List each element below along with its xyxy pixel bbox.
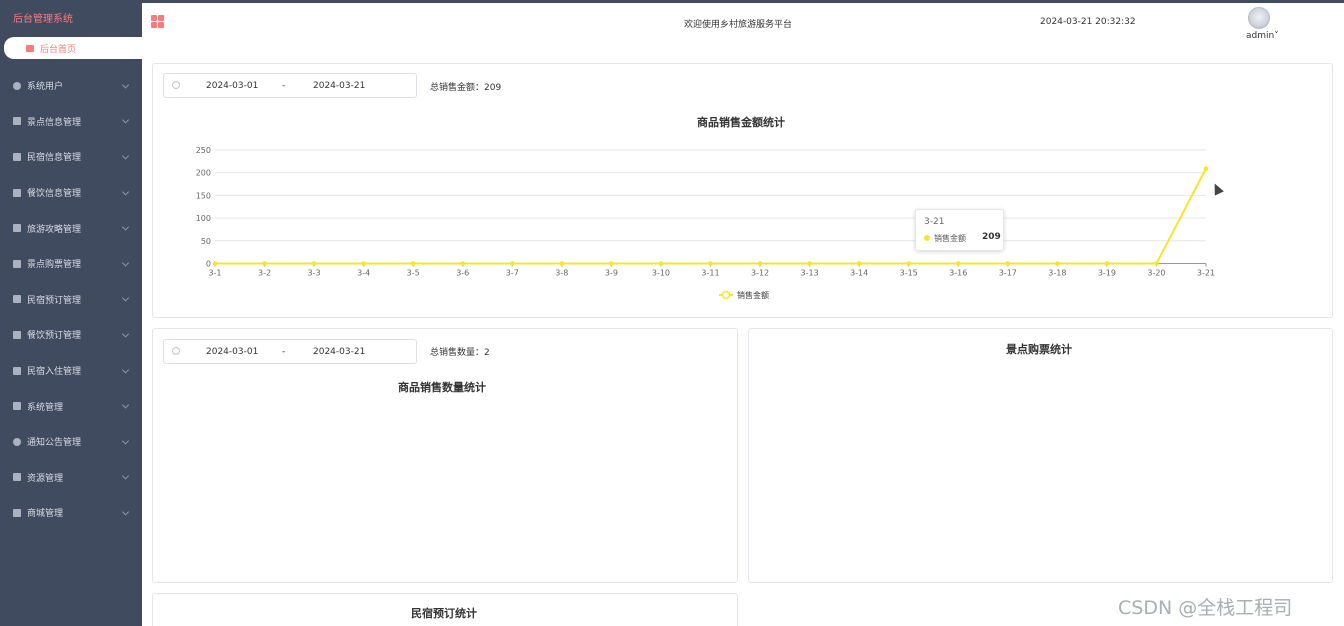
data-point [856,261,862,266]
data-point [757,261,763,266]
data-point [311,261,317,266]
date-start: 2024-03-01 [206,347,259,357]
chart-tooltip: 3-21 销售金额 209 [915,209,1004,251]
tooltip-value: 209 [982,232,1001,242]
x-tick-label: 3-9 [605,269,618,278]
x-tick-label: 3-11 [701,269,719,278]
data-point [955,261,961,266]
x-tick-label: 3-5 [407,269,420,278]
date-end: 2024-03-21 [313,347,366,357]
series-line [215,168,1207,265]
data-point [1203,166,1209,171]
y-tick-label: 0 [206,260,211,269]
x-tick-label: 3-3 [308,269,321,278]
data-point [906,261,912,266]
sales-count-chart-title: 商品销售数量统计 [398,381,486,394]
data-point [708,261,713,266]
y-tick-label: 100 [196,214,211,223]
x-tick-label: 3-10 [652,269,670,278]
x-tick-label: 3-12 [751,269,769,278]
legend-label: 销售金额 [737,290,769,300]
ticket-card [748,328,1333,583]
clock-icon [172,347,180,355]
data-point [609,261,614,266]
y-tick-label: 150 [196,191,211,200]
x-tick-label: 3-19 [1098,269,1116,278]
data-point [1154,261,1159,266]
x-tick-label: 3-4 [357,269,370,278]
data-point [807,261,812,266]
y-tick-label: 50 [201,237,211,246]
tooltip-date: 3-21 [924,217,945,227]
watermark: CSDN @全栈工程司 [1118,597,1293,619]
x-tick-label: 3-17 [999,269,1017,278]
data-point [460,261,466,266]
x-tick-label: 3-15 [900,269,918,278]
ticket-chart-title: 景点购票统计 [1006,343,1072,356]
x-tick-label: 3-6 [456,269,469,278]
data-point [1055,261,1060,266]
legend-marker [721,290,731,300]
y-tick-label: 250 [196,146,211,155]
y-tick-label: 200 [196,169,211,178]
tooltip-series-name: 销售金额 [934,234,966,243]
homestay-chart-title: 民宿预订统计 [411,607,477,620]
x-tick-label: 3-2 [258,269,271,278]
data-point [658,261,664,266]
x-tick-label: 3-1 [208,269,221,278]
data-point [510,261,515,266]
x-tick-label: 3-8 [555,269,568,278]
data-point [262,261,267,266]
data-point [361,261,366,266]
sales-count-card [152,328,738,583]
sales-count-total: 总销售数量：2 [430,348,490,358]
x-tick-label: 3-13 [801,269,819,278]
data-point [212,261,218,266]
x-tick-label: 3-14 [850,269,868,278]
x-tick-label: 3-7 [506,269,519,278]
data-point [410,261,416,266]
sales-count-date-range[interactable]: 2024-03-01 - 2024-03-21 [163,339,417,364]
data-point [1005,261,1011,266]
x-tick-label: 3-18 [1048,269,1066,278]
x-tick-label: 3-20 [1147,269,1165,278]
data-point [1104,261,1110,266]
x-tick-label: 3-16 [949,269,967,278]
data-point [559,261,565,266]
date-separator: - [282,347,286,357]
x-tick-label: 3-21 [1197,269,1215,278]
tooltip-series-dot [924,235,930,241]
